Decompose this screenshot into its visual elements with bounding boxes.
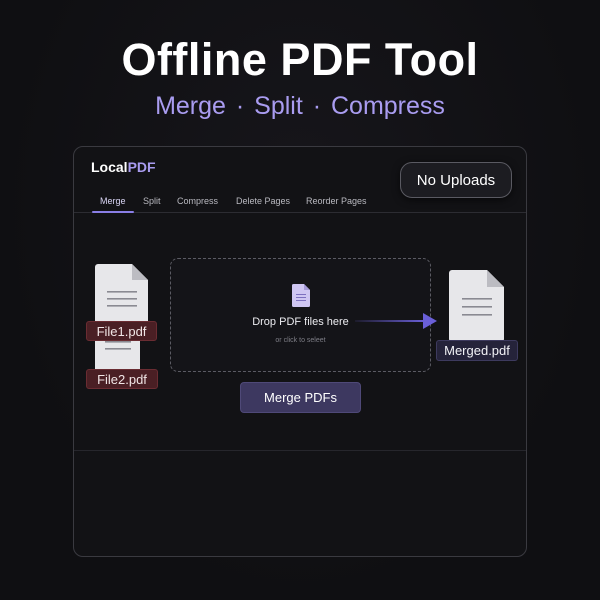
arrow-right-icon: [355, 313, 437, 329]
file-label: File2.pdf: [86, 369, 158, 389]
merged-file-label: Merged.pdf: [436, 340, 518, 361]
hero-title: Offline PDF Tool: [121, 34, 479, 85]
divider: [74, 450, 526, 451]
app-window: LocalPDF No Uploads Merge Split Compress…: [73, 146, 527, 557]
tab-delete-pages[interactable]: Delete Pages: [236, 196, 290, 213]
tab-bar: Merge Split Compress Delete Pages Reorde…: [74, 191, 526, 213]
brand-suffix: PDF: [127, 159, 156, 175]
tab-merge[interactable]: Merge: [92, 196, 133, 213]
drop-hint: or click to seleet: [275, 337, 326, 344]
document-icon: [292, 284, 310, 307]
tab-split[interactable]: Split: [143, 196, 161, 213]
merge-pdfs-button[interactable]: Merge PDFs: [240, 382, 361, 413]
brand-prefix: Local: [91, 159, 128, 175]
document-icon: [449, 270, 504, 342]
file-label: File1.pdf: [86, 321, 157, 341]
tab-compress[interactable]: Compress: [177, 196, 218, 213]
hero-subtitle: Merge · Split · Compress: [155, 92, 445, 120]
app-logo: LocalPDF: [91, 159, 156, 175]
tab-reorder-pages[interactable]: Reorder Pages: [306, 196, 367, 213]
